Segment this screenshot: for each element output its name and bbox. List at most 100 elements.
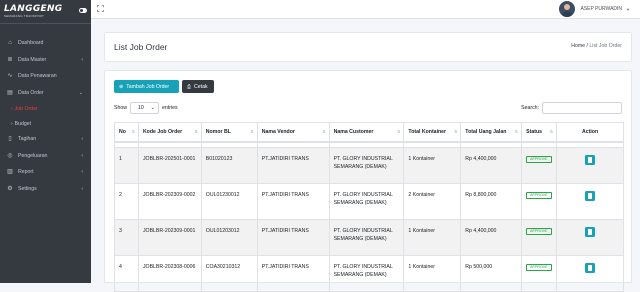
status-badge: APPROVE bbox=[526, 156, 552, 163]
status-badge: APPROVE bbox=[526, 192, 552, 199]
cell-uang-jalan: Rp 500,000 bbox=[460, 255, 523, 292]
caret-down-icon: ▼ bbox=[626, 6, 630, 12]
col-header-total-kontainer[interactable]: Total Kontainer ⇅ bbox=[403, 122, 462, 143]
col-header-action: Action bbox=[556, 122, 624, 143]
topbar: ASEP PURWADIN ▼ bbox=[91, 0, 640, 19]
user-menu[interactable]: ASEP PURWADIN ▼ bbox=[559, 1, 630, 17]
col-header-nama-vendor[interactable]: Nama Vendor ⇅ bbox=[256, 122, 330, 143]
cell-uang-jalan: Rp 4,400,000 bbox=[460, 219, 523, 256]
search-label: Search: bbox=[521, 105, 539, 111]
breadcrumb-separator: / bbox=[586, 43, 588, 49]
col-header-status[interactable]: Status ⇅ bbox=[521, 122, 558, 143]
cell-action bbox=[556, 255, 624, 292]
col-header-nama-customer[interactable]: Nama Customer ⇅ bbox=[328, 122, 405, 143]
col-header-nomor-bl[interactable]: Nomor BL ⇅ bbox=[200, 122, 258, 143]
cell-customer: PT. GLORY INDUSTRIAL SEMARANG (DEMAK) bbox=[328, 255, 405, 292]
sort-icon: ⇅ bbox=[322, 129, 326, 134]
money-icon: ◎ bbox=[7, 152, 13, 159]
cell-status: APPROVE bbox=[521, 219, 558, 256]
sidebar-subitem-budget[interactable]: › Budget bbox=[0, 116, 91, 131]
fullscreen-icon[interactable] bbox=[97, 5, 104, 12]
job-order-table: No ⇅ Kode Job Order ⇅ Nomor BL ⇅ Nama Vendo… bbox=[114, 122, 624, 292]
cell-customer: PT. GLORY INDUSTRIAL SEMARANG (DEMAK) bbox=[328, 219, 405, 256]
cell-uang-jalan: Rp 4,400,000 bbox=[460, 147, 523, 184]
cell-kode: JOBLBR-202501-0001 bbox=[137, 147, 202, 184]
brand-logo[interactable]: LANGGENG SEMARANG TRANSPORT bbox=[0, 0, 91, 24]
bullet-icon: › bbox=[11, 105, 13, 112]
page-title: List Job Order bbox=[114, 42, 168, 52]
bullet-icon: › bbox=[11, 120, 13, 127]
chevron-left-icon: ‹ bbox=[81, 56, 83, 63]
cell-action bbox=[556, 183, 624, 220]
sidebar-item-tagihan[interactable]: ▯ Tagihan ‹ bbox=[0, 131, 91, 148]
col-header-total-uang-jalan[interactable]: Total Uang Jalan ⇅ bbox=[460, 122, 523, 143]
cell-bl: COA30210312 bbox=[200, 255, 258, 292]
sidebar-item-dashboard[interactable]: ⌂ Dashboard bbox=[0, 35, 91, 52]
sidebar-item-report[interactable]: ▥ Report ‹ bbox=[0, 164, 91, 181]
document-action-button[interactable] bbox=[585, 263, 596, 273]
cell-no: 3 bbox=[114, 219, 139, 256]
cell-customer: PT. GLORY INDUSTRIAL SEMARANG (DEMAK) bbox=[328, 147, 405, 184]
cell-kode: JOBLBR-202309-0001 bbox=[137, 219, 202, 256]
breadcrumb-home[interactable]: Home bbox=[571, 43, 585, 49]
status-badge: APPROVE bbox=[526, 264, 552, 271]
cell-bl: OUL01203012 bbox=[200, 219, 258, 256]
sort-icon: ⇅ bbox=[250, 129, 254, 134]
sort-icon: ⇅ bbox=[131, 129, 135, 134]
entries-select[interactable]: 10 ⌄ bbox=[129, 102, 159, 114]
sidebar-item-pengeluaran[interactable]: ◎ Pengeluaran ‹ bbox=[0, 148, 91, 165]
report-icon: ▥ bbox=[7, 169, 13, 176]
table-row: 4 JOBLBR-202308-0006 COA30210312 PT.JATI… bbox=[114, 255, 624, 292]
cell-action bbox=[556, 219, 624, 256]
sidebar-item-label: Settings bbox=[18, 185, 37, 192]
chevron-left-icon: ‹ bbox=[81, 152, 83, 159]
print-button[interactable]: ⎙ Cetak bbox=[182, 80, 214, 93]
table-search: Search: bbox=[521, 102, 622, 114]
plus-circle-icon: ⊕ bbox=[119, 83, 124, 90]
col-header-kode-job-order[interactable]: Kode Job Order ⇅ bbox=[137, 122, 202, 143]
document-action-button[interactable] bbox=[585, 191, 596, 201]
sidebar-toggle-icon[interactable] bbox=[79, 8, 87, 13]
chevron-left-icon: ‹ bbox=[81, 185, 83, 192]
cell-kontainer: 1 Kontainer bbox=[403, 255, 462, 292]
document-action-button[interactable] bbox=[585, 155, 596, 165]
sidebar-item-settings[interactable]: ⚙ Settings ‹ bbox=[0, 181, 91, 198]
cell-vendor: PT.JATIDIRI TRANS bbox=[256, 255, 330, 292]
chevron-down-icon: ⌄ bbox=[150, 105, 155, 111]
sidebar-item-data-penawaran[interactable]: ∿ Data Penawaran bbox=[0, 68, 91, 85]
col-header-no[interactable]: No ⇅ bbox=[114, 122, 139, 143]
document-action-button[interactable] bbox=[585, 227, 596, 237]
sidebar-item-label: Dashboard bbox=[18, 40, 44, 47]
gear-icon: ⚙ bbox=[7, 185, 13, 192]
show-label: Show bbox=[114, 105, 127, 111]
sidebar-item-label: Data Master bbox=[18, 56, 47, 63]
breadcrumb-current: List Job Order bbox=[589, 43, 622, 49]
chevron-left-icon: ‹ bbox=[81, 136, 83, 142]
add-job-order-button[interactable]: ⊕ Tambah Job Order bbox=[114, 80, 179, 93]
table-row: 2 JOBLBR-202309-0002 OUL01230012 PT.JATI… bbox=[114, 183, 624, 220]
print-icon: ⎙ bbox=[187, 83, 192, 90]
table-row: 3 JOBLBR-202309-0001 OUL01203012 PT.JATI… bbox=[114, 219, 624, 256]
breadcrumb: Home / List Job Order bbox=[571, 43, 622, 49]
sidebar-subitem-job-order[interactable]: › Job Order bbox=[0, 101, 91, 116]
avatar bbox=[559, 1, 576, 17]
cell-action bbox=[556, 147, 624, 184]
brand-tagline: SEMARANG TRANSPORT bbox=[4, 14, 44, 18]
user-name: ASEP PURWADIN bbox=[580, 6, 623, 12]
cell-no: 2 bbox=[114, 183, 139, 220]
table-header-row: No ⇅ Kode Job Order ⇅ Nomor BL ⇅ Nama Vendo… bbox=[114, 122, 624, 143]
search-input[interactable] bbox=[542, 102, 622, 114]
cell-customer: PT. GLORY INDUSTRIAL SEMARANG (DEMAK) bbox=[328, 183, 405, 220]
cell-status: APPROVE bbox=[521, 147, 558, 184]
cell-vendor: PT.JATIDIRI TRANS bbox=[256, 219, 330, 256]
entries-value: 10 bbox=[137, 105, 144, 111]
sort-icon: ⇅ bbox=[514, 129, 519, 134]
cell-vendor: PT.JATIDIRI TRANS bbox=[256, 183, 330, 220]
chevron-left-icon: ‹ bbox=[81, 169, 83, 175]
table-row: 1 JOBLBR-202501-0001 B01020123 PT.JATIDI… bbox=[114, 147, 624, 184]
sidebar: LANGGENG SEMARANG TRANSPORT ⌂ Dashboard … bbox=[0, 0, 91, 283]
cell-status: APPROVE bbox=[521, 255, 558, 292]
sidebar-item-data-master[interactable]: ≣ Data Master ‹ bbox=[0, 52, 91, 69]
sidebar-item-data-order[interactable]: ▤ Data Order ⌄ bbox=[0, 85, 91, 102]
cell-uang-jalan: Rp 8,800,000 bbox=[460, 183, 523, 220]
